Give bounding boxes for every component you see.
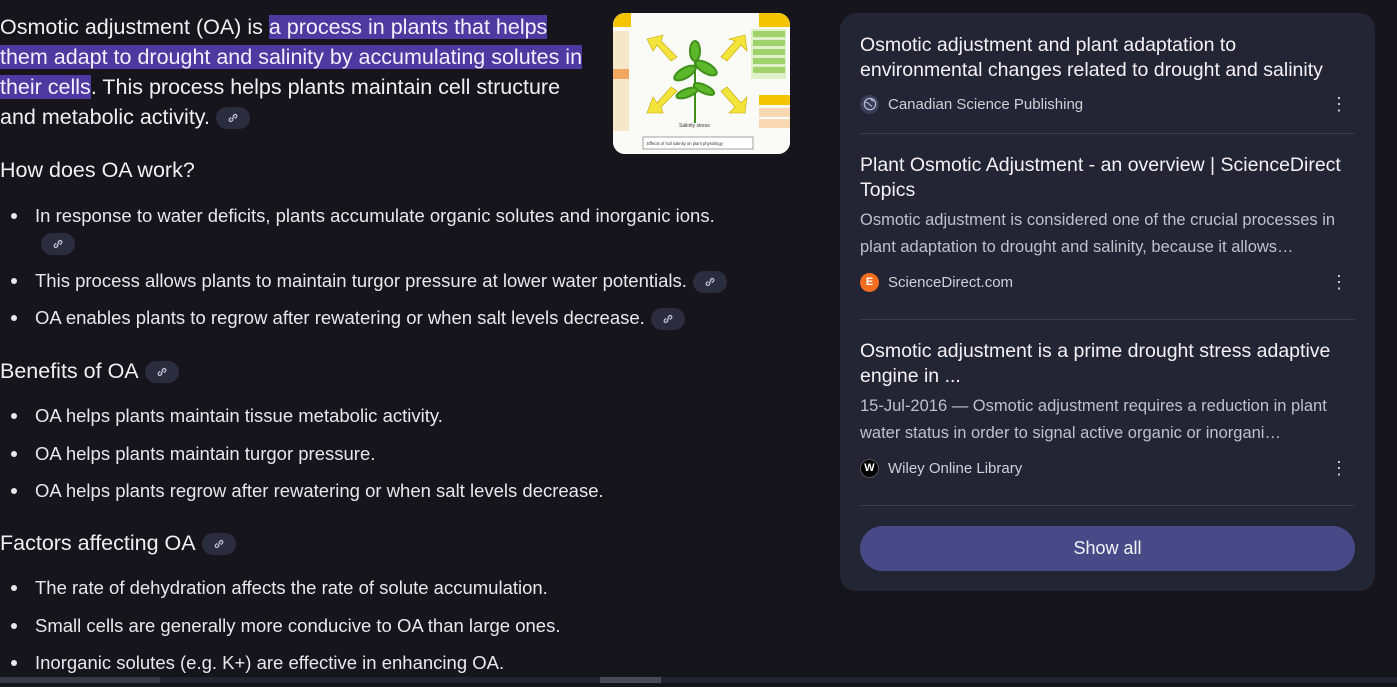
section-heading-text: How does OA work? bbox=[0, 158, 195, 182]
wiley-icon: W bbox=[860, 458, 879, 478]
section-heading-benefits: Benefits of OA bbox=[0, 359, 179, 384]
link-chip[interactable] bbox=[41, 233, 75, 256]
scrollbar-thumb[interactable] bbox=[600, 677, 661, 683]
link-icon bbox=[228, 114, 238, 123]
source-site: Canadian Science Publishing bbox=[888, 95, 1084, 113]
list-item: OA helps plants maintain tissue metaboli… bbox=[0, 402, 790, 429]
link-chip[interactable] bbox=[201, 532, 236, 555]
source-card[interactable]: Osmotic adjustment is a prime drought st… bbox=[860, 339, 1355, 506]
list-item-text: In response to water deficits, plants ac… bbox=[35, 205, 715, 226]
list-item: This process allows plants to maintain t… bbox=[0, 267, 790, 294]
section-heading-how: How does OA work? bbox=[0, 158, 195, 183]
link-icon bbox=[214, 539, 224, 548]
link-chip[interactable] bbox=[692, 270, 727, 293]
source-meta: E ScienceDirect.com ⋮ bbox=[860, 269, 1355, 295]
section-list-benefits: OA helps plants maintain tissue metaboli… bbox=[0, 402, 790, 515]
source-snippet: 15-Jul-2016 — Osmotic adjustment require… bbox=[860, 397, 1327, 442]
list-item: The rate of dehydration affects the rate… bbox=[0, 574, 790, 601]
link-chip[interactable] bbox=[650, 308, 685, 331]
source-title[interactable]: Osmotic adjustment is a prime drought st… bbox=[860, 339, 1355, 389]
list-item: OA helps plants regrow after rewatering … bbox=[0, 477, 790, 504]
link-icon bbox=[663, 315, 673, 324]
list-item: Inorganic solutes (e.g. K+) are effectiv… bbox=[0, 649, 790, 676]
list-item: In response to water deficits, plants ac… bbox=[0, 202, 725, 256]
section-heading-factors: Factors affecting OA bbox=[0, 531, 236, 556]
scrollbar-track-segment bbox=[0, 677, 160, 683]
link-chip[interactable] bbox=[215, 107, 250, 130]
source-card[interactable]: Plant Osmotic Adjustment - an overview |… bbox=[860, 153, 1355, 320]
overview-thumbnail[interactable]: Salinity stress Effects of soil salinity… bbox=[613, 13, 790, 154]
overview-intro: Osmotic adjustment (OA) is a process in … bbox=[0, 12, 600, 132]
globe-icon bbox=[860, 94, 879, 114]
horizontal-scrollbar[interactable] bbox=[0, 677, 1397, 683]
source-site: Wiley Online Library bbox=[888, 459, 1023, 477]
thumbnail-label-salinity: Salinity stress bbox=[679, 123, 710, 129]
source-title[interactable]: Osmotic adjustment and plant adaptation … bbox=[860, 33, 1355, 83]
sciencedirect-icon: E bbox=[860, 272, 879, 292]
link-icon bbox=[157, 367, 167, 376]
link-icon bbox=[705, 277, 715, 286]
source-title[interactable]: Plant Osmotic Adjustment - an overview |… bbox=[860, 153, 1355, 203]
section-heading-text: Benefits of OA bbox=[0, 359, 139, 383]
list-item-text: This process allows plants to maintain t… bbox=[35, 269, 687, 291]
source-meta: Canadian Science Publishing ⋮ bbox=[860, 91, 1355, 117]
list-item: OA helps plants maintain turgor pressure… bbox=[0, 440, 790, 467]
section-list-factors: The rate of dehydration affects the rate… bbox=[0, 574, 790, 687]
source-card[interactable]: Osmotic adjustment and plant adaptation … bbox=[860, 33, 1355, 134]
more-options-icon[interactable]: ⋮ bbox=[1329, 91, 1349, 117]
more-options-icon[interactable]: ⋮ bbox=[1329, 269, 1349, 295]
thumbnail-caption: Effects of soil salinity on plant physio… bbox=[647, 141, 724, 146]
more-options-icon[interactable]: ⋮ bbox=[1329, 455, 1349, 481]
link-chip[interactable] bbox=[144, 360, 179, 383]
list-item: Small cells are generally more conducive… bbox=[0, 612, 790, 639]
source-site: ScienceDirect.com bbox=[888, 273, 1014, 291]
source-snippet: Osmotic adjustment is considered one of … bbox=[860, 211, 1336, 256]
list-item: OA enables plants to regrow after rewate… bbox=[0, 304, 790, 331]
intro-text-before: Osmotic adjustment (OA) is bbox=[0, 15, 269, 39]
source-meta: W Wiley Online Library ⋮ bbox=[860, 455, 1355, 481]
list-item-text: OA enables plants to regrow after rewate… bbox=[35, 307, 645, 328]
sources-panel: Osmotic adjustment and plant adaptation … bbox=[840, 13, 1375, 591]
section-list-how: In response to water deficits, plants ac… bbox=[0, 202, 790, 342]
show-all-button[interactable]: Show all bbox=[860, 526, 1355, 571]
salinity-diagram-image: Salinity stress Effects of soil salinity… bbox=[613, 13, 790, 154]
section-heading-text: Factors affecting OA bbox=[0, 531, 196, 555]
link-icon bbox=[53, 240, 63, 249]
